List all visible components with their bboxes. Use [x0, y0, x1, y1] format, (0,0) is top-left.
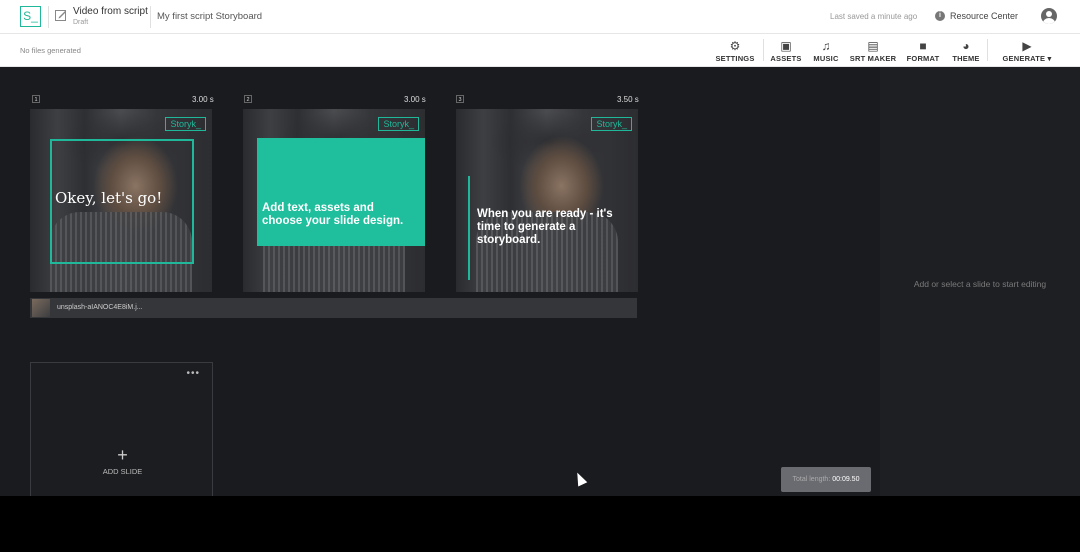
plus-icon: +	[117, 445, 128, 465]
play-icon: ▶	[1022, 39, 1032, 53]
editor-hint: Add or select a slide to start editing	[913, 279, 1047, 289]
storyboard-canvas: 1 3.00 s Storyk_ Okey, let's go! 2 3.00 …	[0, 67, 880, 496]
settings-label: SETTINGS	[715, 54, 755, 63]
divider	[987, 39, 988, 61]
generate-label: GENERATE ▾	[1002, 54, 1052, 63]
slide-thumbnail[interactable]: Storyk_ When you are ready - it's time t…	[456, 109, 638, 292]
brand-logo: Storyk_	[165, 117, 206, 131]
music-button[interactable]: ♫ MUSIC	[810, 38, 842, 63]
asset-track[interactable]: unsplash-aIANOC4E8iM.j...	[30, 298, 637, 318]
slide-editor-panel: Add or select a slide to start editing	[880, 67, 1080, 496]
slide-number: 3	[456, 95, 464, 103]
project-title[interactable]: Video from script	[73, 6, 148, 17]
toolbar: No files generated ⚙ SETTINGS ▣ ASSETS ♫…	[0, 34, 1080, 67]
theme-label: THEME	[952, 54, 980, 63]
divider	[763, 39, 764, 61]
storyboard-name[interactable]: My first script Storyboard	[157, 11, 262, 22]
srt-maker-button[interactable]: ▤ SRT MAKER	[847, 38, 899, 63]
generate-button[interactable]: ▶ GENERATE ▾	[997, 38, 1057, 63]
user-avatar-icon[interactable]	[1041, 8, 1057, 24]
slide-thumbnail[interactable]: Storyk_ Okey, let's go!	[30, 109, 212, 292]
format-label: FORMAT	[906, 54, 940, 63]
edit-icon[interactable]	[55, 9, 67, 21]
generation-status: No files generated	[20, 46, 81, 55]
slide-text: Okey, let's go!	[55, 189, 163, 207]
music-label: MUSIC	[813, 54, 839, 63]
square-icon: ■	[919, 39, 927, 53]
add-slide-label: ADD SLIDE	[102, 467, 143, 476]
total-length-badge: Total length: 00:09.50	[781, 467, 871, 492]
gear-icon: ⚙	[729, 39, 741, 53]
assets-label: ASSETS	[770, 54, 802, 63]
image-icon: ▣	[780, 39, 792, 53]
last-saved-status: Last saved a minute ago	[830, 12, 918, 21]
slide-thumbnail[interactable]: Storyk_ Add text, assets and choose your…	[243, 109, 425, 292]
slide-duration[interactable]: 3.50 s	[617, 95, 639, 104]
total-length-label: Total length:	[792, 476, 831, 483]
assets-button[interactable]: ▣ ASSETS	[768, 38, 804, 63]
info-icon: i	[935, 11, 945, 21]
music-note-icon: ♫	[821, 39, 831, 53]
resource-center-link[interactable]: Resource Center	[950, 11, 1018, 21]
accent-bar	[468, 176, 470, 280]
project-status: Draft	[73, 19, 89, 26]
total-length-value: 00:09.50	[832, 476, 860, 483]
asset-filename: unsplash-aIANOC4E8iM.j...	[57, 304, 143, 311]
slide-number: 1	[32, 95, 40, 103]
brand-logo: Storyk_	[378, 117, 419, 131]
slide-duration[interactable]: 3.00 s	[192, 95, 214, 104]
slide-number: 2	[244, 95, 252, 103]
text-box	[257, 138, 425, 246]
srt-maker-label: SRT MAKER	[849, 54, 897, 63]
settings-button[interactable]: ⚙ SETTINGS	[714, 38, 756, 63]
divider	[48, 6, 49, 28]
slide-duration[interactable]: 3.00 s	[404, 95, 426, 104]
more-options-icon[interactable]: •••	[186, 368, 200, 379]
brand-logo: Storyk_	[591, 117, 632, 131]
document-icon: ▤	[867, 39, 879, 53]
top-bar: S_ Video from script Draft My first scri…	[0, 0, 1080, 34]
slide-text: Add text, assets and choose your slide d…	[262, 202, 404, 227]
theme-button[interactable]: ◕ THEME	[948, 38, 984, 63]
asset-thumbnail	[32, 299, 50, 317]
slide-text: When you are ready - it's time to genera…	[477, 208, 613, 246]
mouse-cursor-icon	[572, 470, 588, 487]
add-slide-card[interactable]: ••• + ADD SLIDE	[30, 362, 213, 496]
slide-background-photo	[456, 109, 638, 292]
logo[interactable]: S_	[20, 6, 41, 27]
palette-icon: ◕	[962, 39, 970, 53]
divider	[150, 6, 151, 28]
format-button[interactable]: ■ FORMAT	[904, 38, 942, 63]
app-window: S_ Video from script Draft My first scri…	[0, 0, 1080, 552]
